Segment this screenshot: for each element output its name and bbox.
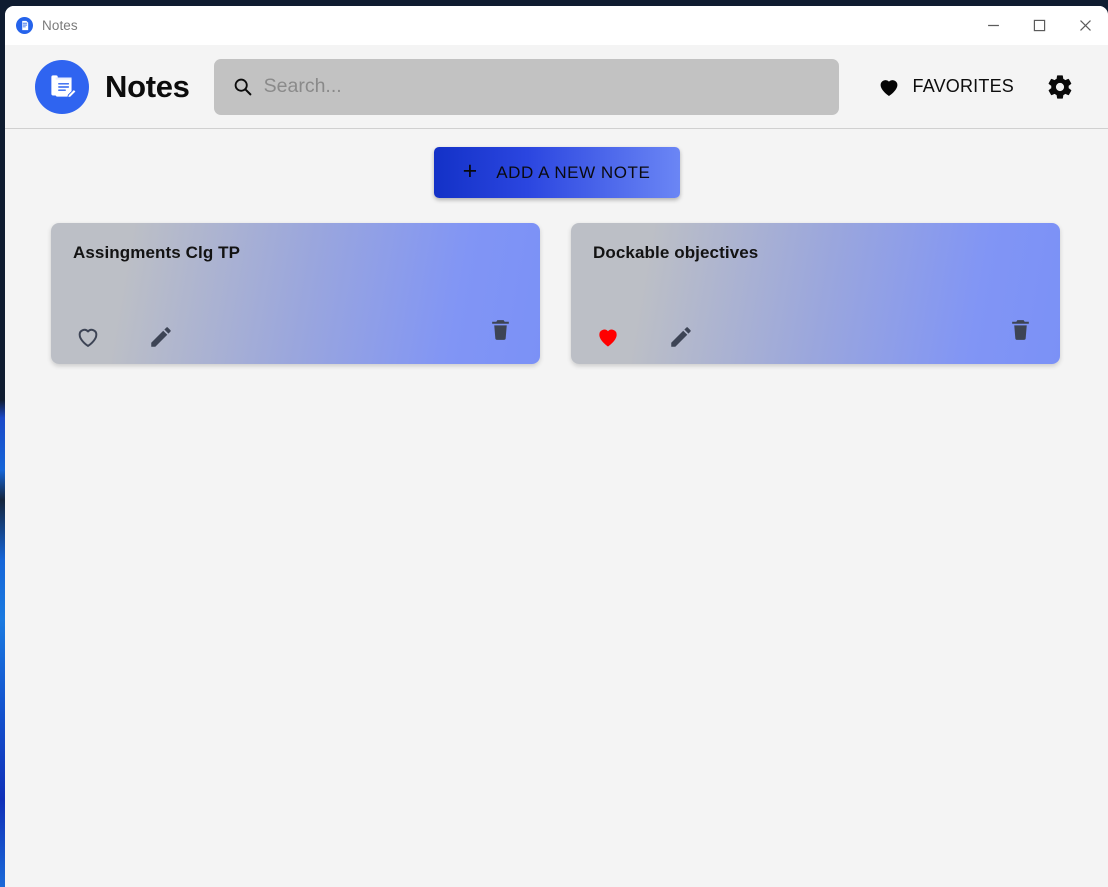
notes-app-icon [16,17,33,34]
edit-note-button[interactable] [148,324,174,350]
add-note-row: + ADD A NEW NOTE [5,147,1108,198]
note-card[interactable]: Assingments Clg TP [51,223,540,364]
favorite-toggle-button[interactable] [595,324,621,350]
heart-filled-icon [595,324,621,350]
minimize-button[interactable] [970,6,1016,45]
notepad-pencil-icon [35,59,89,114]
delete-note-button[interactable] [1008,317,1033,342]
close-button[interactable] [1062,6,1108,45]
heart-outline-icon [75,324,101,350]
titlebar-left-group: Notes [5,17,970,34]
note-title: Dockable objectives [593,243,759,262]
settings-button[interactable] [1044,71,1076,103]
page-title: Notes [105,68,190,104]
notes-grid: Assingments Clg TP Dockable objectives [5,223,1108,364]
favorite-toggle-button[interactable] [75,324,101,350]
pencil-icon [148,324,174,350]
note-title: Assingments Clg TP [73,243,241,262]
gear-icon [1046,73,1074,101]
app-header: Notes FAVORITES [5,45,1108,129]
add-new-note-label: ADD A NEW NOTE [496,162,651,182]
note-actions [73,320,518,350]
window-controls [970,6,1108,45]
header-actions: FAVORITES [873,71,1077,103]
window-title: Notes [42,18,78,33]
search-bar[interactable] [213,58,839,115]
pencil-icon [668,324,694,350]
brand-group: Notes [35,59,190,114]
edit-note-button[interactable] [668,324,694,350]
maximize-button[interactable] [1016,6,1062,45]
trash-icon [488,317,513,342]
delete-note-button[interactable] [488,317,513,342]
search-icon [232,76,253,97]
notes-application-window: Notes Notes Search... FAVORITES + ADD A … [5,6,1108,887]
trash-icon [1008,317,1033,342]
window-titlebar: Notes [5,6,1108,45]
main-content: + ADD A NEW NOTE Assingments Clg TP Dock… [5,129,1108,886]
search-input[interactable] [263,75,821,98]
add-new-note-button[interactable]: + ADD A NEW NOTE [433,147,680,198]
note-actions [593,320,1038,350]
favorites-label: FAVORITES [912,76,1014,96]
favorites-button[interactable]: FAVORITES [873,71,1019,103]
plus-icon: + [462,157,478,185]
note-card[interactable]: Dockable objectives [571,223,1060,364]
heart-filled-icon [877,75,901,99]
